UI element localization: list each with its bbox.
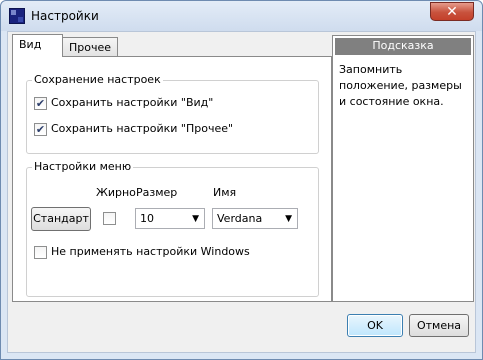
- hint-text: Запомнить положение, размеры и состояние…: [339, 63, 462, 108]
- save-view-label[interactable]: Сохранить настройки "Вид": [51, 96, 213, 109]
- size-label: Размер: [136, 186, 178, 199]
- tab-panel-vid: Сохранение настроек ✔ Сохранить настройк…: [12, 56, 332, 302]
- hint-panel: Подсказка Запомнить положение, размеры и…: [332, 35, 474, 302]
- window-title: Настройки: [31, 9, 99, 23]
- bold-label: Жирно: [96, 186, 136, 199]
- chevron-down-icon: ▼: [285, 214, 292, 224]
- windows-settings-label[interactable]: Не применять настройки Windows: [51, 245, 250, 258]
- save-other-checkbox[interactable]: ✔: [34, 123, 47, 136]
- hint-header: Подсказка: [335, 38, 471, 55]
- cancel-button[interactable]: Отмена: [409, 314, 469, 337]
- name-label: Имя: [213, 186, 237, 199]
- font-name-value: Verdana: [217, 212, 263, 225]
- menu-settings-group-title: Настройки меню: [32, 160, 134, 173]
- dialog-window: Настройки ✕ Вид Прочее Сохранение настро…: [0, 0, 483, 360]
- tab-vid[interactable]: Вид: [12, 34, 63, 57]
- windows-settings-checkbox[interactable]: [34, 246, 47, 259]
- save-other-label[interactable]: Сохранить настройки "Прочее": [51, 122, 233, 135]
- chevron-down-icon: ▼: [192, 214, 199, 224]
- close-button[interactable]: ✕: [430, 2, 474, 21]
- app-icon: [9, 8, 25, 24]
- title-bar[interactable]: Настройки ✕: [1, 1, 482, 31]
- tab-prochee[interactable]: Прочее: [62, 37, 118, 57]
- save-settings-group-title: Сохранение настроек: [32, 73, 163, 86]
- standard-button[interactable]: Стандарт: [31, 207, 91, 231]
- size-dropdown[interactable]: 10 ▼: [135, 208, 205, 229]
- save-view-checkbox[interactable]: ✔: [34, 97, 47, 110]
- save-settings-group: Сохранение настроек ✔ Сохранить настройк…: [26, 73, 319, 154]
- menu-settings-group: Настройки меню Жирно Размер Имя Стандарт…: [26, 160, 319, 297]
- dialog-body: Вид Прочее Сохранение настроек ✔ Сохрани…: [7, 31, 476, 353]
- ok-button[interactable]: OK: [347, 314, 403, 337]
- font-name-dropdown[interactable]: Verdana ▼: [212, 208, 298, 229]
- bold-checkbox[interactable]: [103, 212, 116, 225]
- size-value: 10: [140, 212, 154, 225]
